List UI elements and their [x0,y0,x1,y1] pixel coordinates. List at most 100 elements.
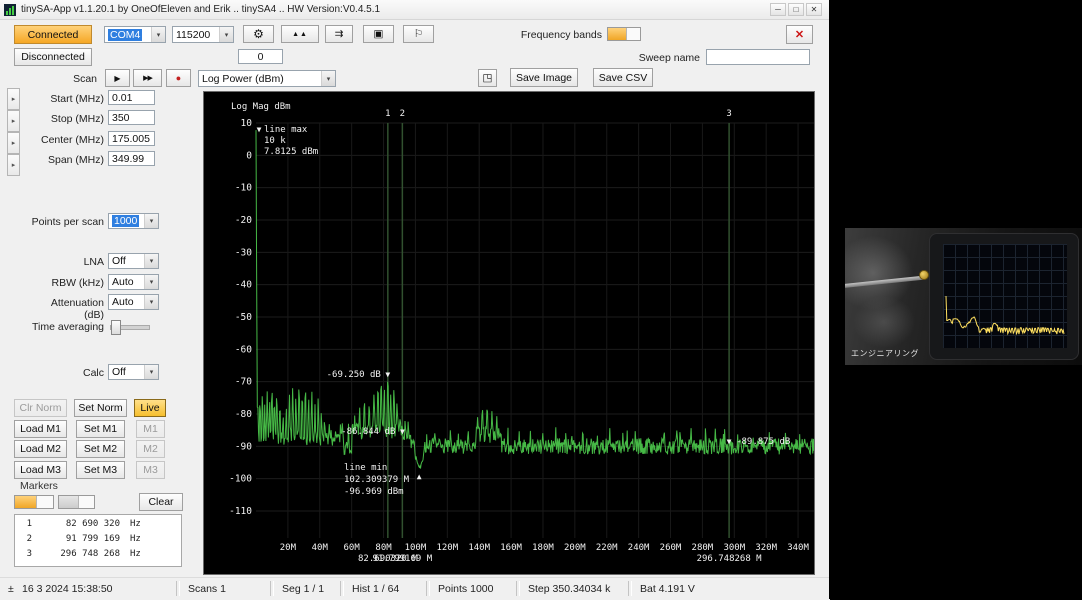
scan-label: Scan [0,73,97,85]
x-tick-label: 300M [723,543,745,553]
sma-connector [919,270,929,280]
line-min-freq: 102.309379 M [344,475,410,485]
rbw-select[interactable]: Auto ▾ [108,274,159,290]
x-tick-label: 220M [596,543,618,553]
m3-button[interactable]: M3 [136,461,165,479]
set-m3-button[interactable]: Set M3 [76,461,125,479]
save-csv-button[interactable]: Save CSV [593,68,653,87]
load-m2-button[interactable]: Load M2 [14,440,67,458]
m2-button[interactable]: M2 [136,440,165,458]
attenuation-label: Attenuation [0,297,104,309]
spin-field[interactable] [238,49,283,64]
lna-value: Off [112,255,126,267]
frequency-bands-toggle[interactable] [607,27,641,41]
live-button[interactable]: Live [134,399,166,417]
baud-rate-select[interactable]: 115200 ▾ [172,26,234,43]
y-tick-label: -50 [235,312,252,323]
maximize-button[interactable]: □ [788,3,804,16]
markers-toggle-2[interactable] [58,495,95,509]
screenshot-button[interactable]: ▣ [363,25,394,43]
line-min-arrow-icon: ▲ [417,472,422,481]
markers-toggle-1[interactable] [14,495,54,509]
toggle-off-segment [627,28,640,40]
m1-button[interactable]: M1 [136,420,165,438]
abort-button[interactable]: ✕ [786,25,813,44]
set-m1-button[interactable]: Set M1 [76,420,125,438]
marker-number-label: 1 [385,109,390,119]
x-tick-label: 160M [500,543,522,553]
time-averaging-label: Time averaging [0,321,104,333]
chevron-down-icon: ▾ [144,275,158,289]
attenuation-unit-label: (dB) [0,309,104,321]
calc-select[interactable]: Off ▾ [108,364,159,380]
window-title: tinySA-App v1.1.20.1 by OneOfEleven and … [21,4,380,15]
spectrum-trace [256,130,814,468]
status-battery: Bat 4.191 V [640,583,695,595]
chevron-down-icon: ▾ [144,365,158,379]
marker-list[interactable]: 1 82 690 320 Hz 2 91 799 169 Hz 3 296 74… [14,514,182,567]
scan-continuous-button[interactable]: ▶▶ [133,69,162,87]
x-tick-label: 180M [532,543,554,553]
status-scans: Scans 1 [188,583,226,595]
popout-chart-button[interactable]: ◳ [478,69,497,87]
send-button[interactable]: ⇉ [325,25,353,43]
status-separator [176,581,180,596]
record-button[interactable]: ● [166,69,191,87]
display-mode-select[interactable]: Log Power (dBm) ▾ [198,70,336,87]
x-tick-label: 80M [375,543,392,553]
start-label: Start (MHz) [0,93,104,105]
load-m3-button[interactable]: Load M3 [14,461,67,479]
clear-markers-button[interactable]: Clear [139,493,183,511]
span-input[interactable] [108,151,155,166]
toggle-on-segment [59,496,79,508]
stop-input[interactable] [108,110,155,125]
center-input[interactable] [108,131,155,146]
send-icon: ⇉ [335,28,344,40]
titlebar[interactable]: tinySA-App v1.1.20.1 by OneOfEleven and … [0,0,830,20]
marker-list-row[interactable]: 1 82 690 320 Hz [20,517,176,532]
sweep-name-input[interactable] [706,49,810,65]
lna-select[interactable]: Off ▾ [108,253,159,269]
load-m1-button[interactable]: Load M1 [14,420,67,438]
baud-rate-value: 115200 [176,29,210,41]
save-image-button[interactable]: Save Image [510,68,578,87]
gear-icon: ⚙ [253,27,264,41]
spectrum-plot[interactable]: Log Mag dBm100-10-20-30-40-50-60-70-80-9… [204,92,814,574]
disconnected-button[interactable]: Disconnected [14,48,92,66]
status-icon: ± [8,583,14,595]
status-seg: Seg 1 / 1 [282,583,324,595]
close-window-button[interactable]: ✕ [806,3,822,16]
slider-handle[interactable] [111,320,121,335]
time-averaging-slider[interactable] [110,320,150,333]
start-input[interactable] [108,90,155,105]
chevron-down-icon: ▾ [144,214,158,228]
com-port-select[interactable]: COM4 ▾ [104,26,166,43]
red-x-icon: ✕ [795,28,804,41]
marker-number-label: 3 [726,109,731,119]
flag-button[interactable]: ⚐ [403,25,434,43]
marker-list-row[interactable]: 3 296 748 268 Hz [20,547,176,562]
spectrum-chart[interactable]: Log Mag dBm100-10-20-30-40-50-60-70-80-9… [203,91,815,575]
x-tick-label: 140M [468,543,490,553]
toggle-off-segment [79,496,94,508]
marker-unit: Hz [130,547,141,562]
clr-norm-button[interactable]: Clr Norm [14,399,67,417]
minimize-button[interactable]: ─ [770,3,786,16]
points-select[interactable]: 1000 ▾ [108,213,159,229]
y-tick-label: 0 [246,150,252,161]
x-tick-label: 120M [436,543,458,553]
set-m2-button[interactable]: Set M2 [76,440,125,458]
marker-list-row[interactable]: 2 91 799 169 Hz [20,532,176,547]
scan-once-button[interactable]: ▶ [105,69,130,87]
popout-icon: ◳ [483,72,493,84]
x-tick-label: 240M [628,543,650,553]
fast-forward-icon: ▶▶ [143,74,152,82]
calc-value: Off [112,366,126,378]
connected-button[interactable]: Connected [14,25,92,44]
set-norm-button[interactable]: Set Norm [74,399,127,417]
scroll-up-button[interactable]: ▲▲ [281,25,319,43]
status-datetime: 16 3 2024 15:38:50 [22,583,113,595]
attenuation-select[interactable]: Auto ▾ [108,294,159,310]
marker-db-label: -69.250 dB [327,370,381,380]
settings-button[interactable]: ⚙ [243,25,274,43]
